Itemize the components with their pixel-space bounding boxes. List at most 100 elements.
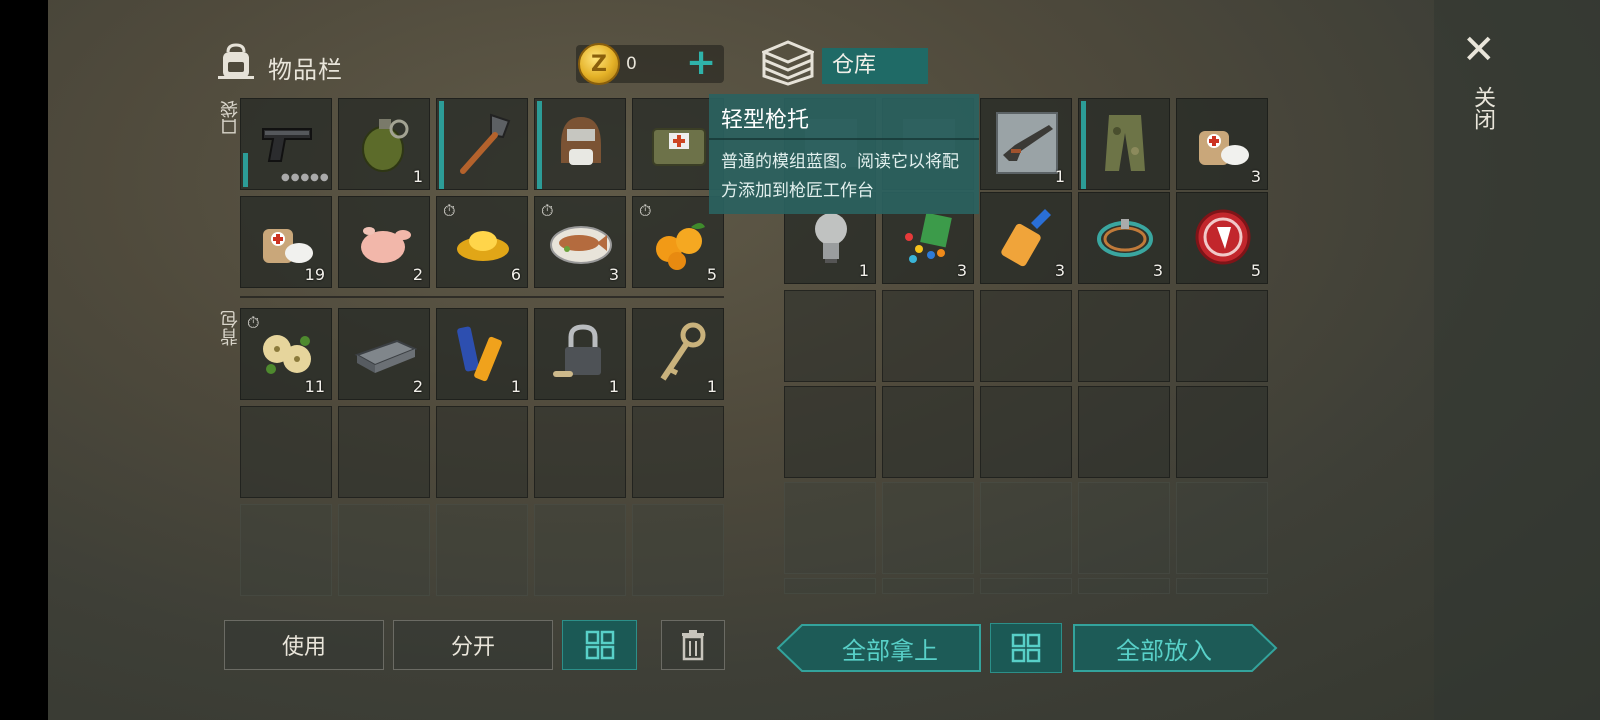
warehouse-title: 仓库 — [822, 48, 928, 84]
empty-slot[interactable] — [784, 386, 876, 478]
tooltip-title: 轻型枪托 — [721, 108, 810, 133]
glue-icon — [995, 205, 1059, 269]
item-count: 19 — [304, 265, 325, 284]
wire-icon — [1093, 205, 1157, 269]
camo-pants-icon — [1093, 111, 1157, 175]
bandage-icon — [1191, 111, 1255, 175]
section-divider — [240, 296, 724, 298]
item-slot[interactable]: 1 — [534, 308, 626, 400]
item-slot[interactable]: 2 — [338, 308, 430, 400]
durability-bar — [537, 101, 542, 189]
timer-icon: ⏱ — [443, 201, 456, 220]
item-slot[interactable]: 3 — [1078, 192, 1170, 284]
item-slot[interactable]: 3 — [980, 192, 1072, 284]
item-slot[interactable]: ⏱ 3 — [534, 196, 626, 288]
medical-bag-icon — [647, 111, 711, 175]
item-count: 2 — [412, 265, 423, 284]
fur-hat-icon — [549, 111, 613, 175]
shovel-icon — [451, 111, 515, 175]
item-count: 1 — [608, 377, 619, 396]
item-slot[interactable]: ●●●●● — [240, 98, 332, 190]
timer-icon: ⏱ — [639, 201, 652, 220]
empty-slot[interactable] — [882, 482, 974, 574]
close-label[interactable]: 关闭 — [1466, 86, 1498, 130]
empty-slot[interactable] — [240, 406, 332, 498]
item-slot[interactable]: 5 — [1176, 192, 1268, 284]
empty-slot[interactable] — [632, 504, 724, 596]
gold-ingot-icon — [451, 209, 515, 273]
light-bulb-icon — [799, 205, 863, 269]
close-icon[interactable]: ✕ — [1462, 30, 1496, 70]
ammo-dots: ●●●●● — [281, 172, 330, 183]
item-count: 1 — [858, 261, 869, 280]
empty-slot[interactable] — [784, 482, 876, 574]
empty-slot[interactable] — [784, 578, 876, 594]
empty-slot[interactable] — [1176, 386, 1268, 478]
sort-inventory-button[interactable] — [562, 620, 637, 670]
empty-slot[interactable] — [1078, 482, 1170, 574]
empty-slot[interactable] — [534, 406, 626, 498]
item-count: 1 — [412, 167, 423, 186]
item-slot[interactable]: 3 — [1176, 98, 1268, 190]
empty-slot[interactable] — [1176, 578, 1268, 594]
empty-slot[interactable] — [338, 406, 430, 498]
item-slot[interactable]: 1 — [980, 98, 1072, 190]
grid-sort-icon — [585, 630, 614, 660]
item-count: 3 — [608, 265, 619, 284]
put-all-button[interactable]: 全部放入 — [1074, 623, 1254, 673]
empty-slot[interactable] — [1078, 386, 1170, 478]
durability-bar — [439, 101, 444, 189]
item-count: 11 — [304, 377, 325, 396]
lotus-root-icon — [255, 321, 319, 385]
empty-slot[interactable] — [784, 290, 876, 382]
item-slot[interactable]: 2 — [338, 196, 430, 288]
iron-bar-icon — [353, 321, 418, 385]
grenade-icon — [353, 111, 417, 175]
item-slot[interactable]: ⏱ 11 — [240, 308, 332, 400]
add-coins-button[interactable]: + — [686, 44, 716, 82]
item-slot[interactable] — [1078, 98, 1170, 190]
empty-slot[interactable] — [882, 290, 974, 382]
empty-slot[interactable] — [980, 290, 1072, 382]
item-slot[interactable] — [534, 98, 626, 190]
delete-button[interactable] — [661, 620, 725, 670]
grid-sort-icon — [1011, 633, 1041, 663]
empty-slot[interactable] — [882, 578, 974, 594]
game-screen: 物品栏 Z 0 + 仓库 口袋 背包 ●●●●● 1 19 2 ⏱ 6 ⏱ 3 ⏱ 5 ⏱ 11 2 1 1… — [0, 0, 1600, 720]
item-count: 3 — [956, 261, 967, 280]
empty-slot[interactable] — [338, 504, 430, 596]
plastic-scraps-icon — [897, 205, 961, 269]
item-slot[interactable]: ⏱ 6 — [436, 196, 528, 288]
empty-slot[interactable] — [882, 386, 974, 478]
empty-slot[interactable] — [980, 386, 1072, 478]
empty-slot[interactable] — [1078, 290, 1170, 382]
item-slot[interactable]: 19 — [240, 196, 332, 288]
empty-slot[interactable] — [534, 504, 626, 596]
item-slot[interactable]: 1 — [436, 308, 528, 400]
empty-slot[interactable] — [980, 578, 1072, 594]
split-button[interactable]: 分开 — [393, 620, 553, 670]
tooltip-divider — [709, 138, 979, 140]
padlock-icon — [549, 321, 613, 385]
empty-slot[interactable] — [240, 504, 332, 596]
empty-slot[interactable] — [980, 482, 1072, 574]
item-slot[interactable] — [436, 98, 528, 190]
coin-count: 0 — [626, 54, 637, 74]
item-count: 1 — [706, 377, 717, 396]
empty-slot[interactable] — [1176, 290, 1268, 382]
item-count: 6 — [510, 265, 521, 284]
empty-slot[interactable] — [436, 504, 528, 596]
item-slot[interactable]: 1 — [632, 308, 724, 400]
empty-slot[interactable] — [1078, 578, 1170, 594]
kumquat-icon — [647, 209, 711, 273]
use-button[interactable]: 使用 — [224, 620, 384, 670]
sort-warehouse-button[interactable] — [990, 623, 1062, 673]
item-count: 1 — [510, 377, 521, 396]
right-side-band — [1434, 0, 1600, 720]
empty-slot[interactable] — [632, 406, 724, 498]
raw-chicken-icon — [353, 209, 417, 273]
item-slot[interactable]: 1 — [338, 98, 430, 190]
take-all-button[interactable]: 全部拿上 — [800, 623, 980, 673]
empty-slot[interactable] — [1176, 482, 1268, 574]
empty-slot[interactable] — [436, 406, 528, 498]
